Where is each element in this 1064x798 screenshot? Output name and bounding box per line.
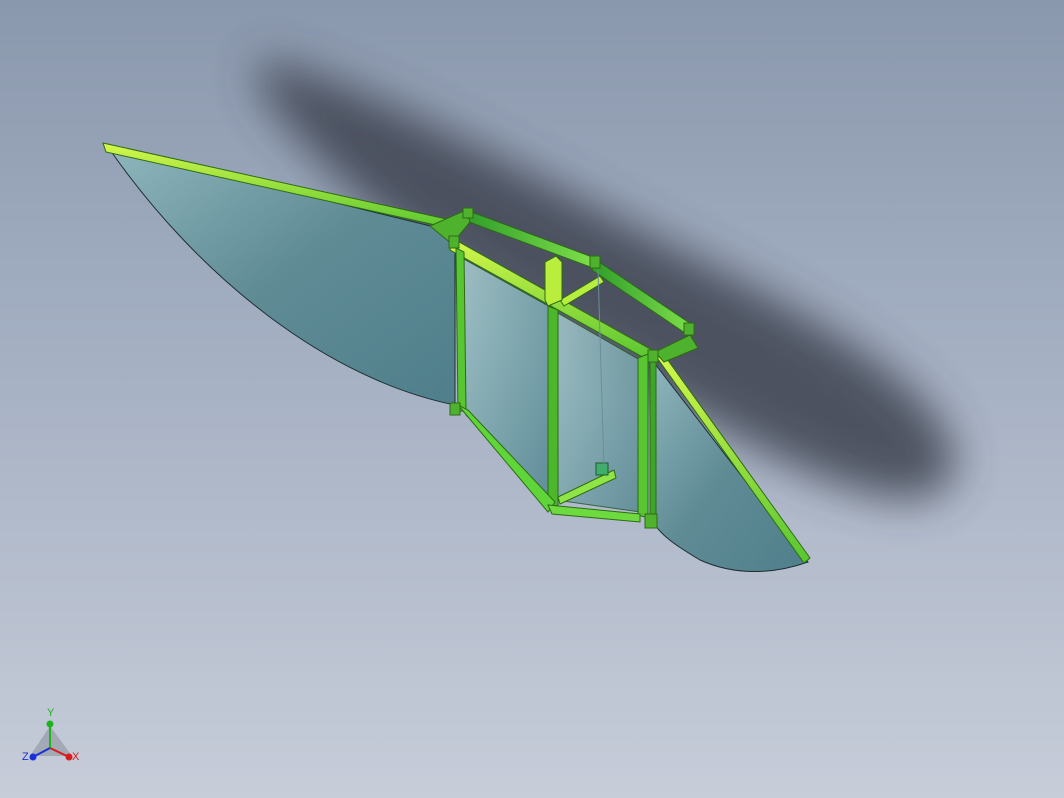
vertical-post-center[interactable]	[547, 305, 559, 509]
graphics-viewport[interactable]: X Y Z	[0, 0, 1064, 798]
vertical-post-left[interactable]	[455, 247, 467, 413]
view-orientation-triad[interactable]: X Y Z	[14, 702, 90, 772]
y-axis-label: Y	[47, 707, 55, 719]
3d-model-scene[interactable]	[0, 0, 1064, 798]
z-axis-label: Z	[22, 751, 29, 763]
vertical-post-far-right[interactable]	[649, 353, 657, 529]
x-axis-label: X	[72, 751, 80, 763]
vertical-post-right[interactable]	[637, 353, 649, 519]
center-mast-bracket[interactable]	[544, 255, 563, 307]
